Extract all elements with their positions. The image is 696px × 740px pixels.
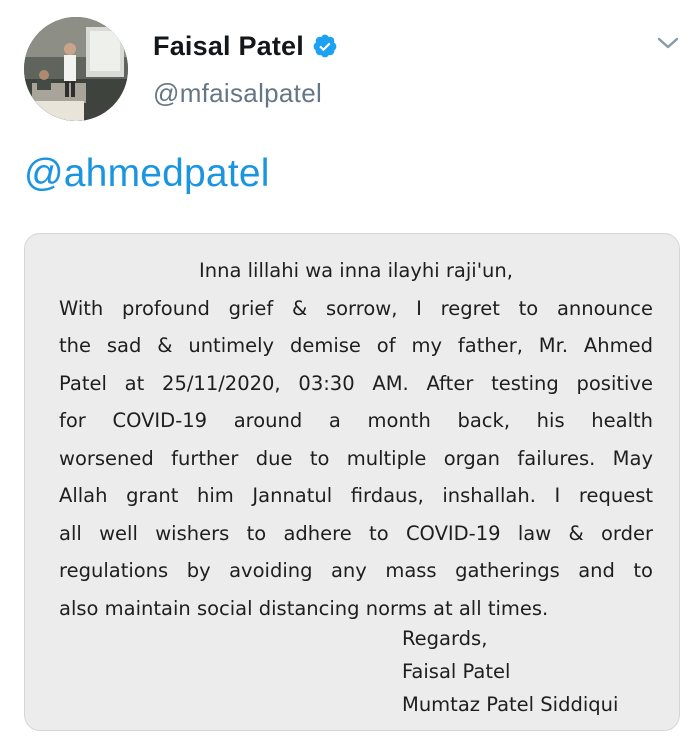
attached-image-card[interactable]: Inna lillahi wa inna ilayhi raji'un, Wit… (24, 233, 680, 731)
statement-line: worsened further due to multiple organ f… (59, 446, 653, 470)
avatar-photo (24, 17, 128, 121)
signature-block: Regards, Faisal Patel Mumtaz Patel Siddi… (402, 622, 618, 721)
statement-line: With profound grief & sorrow, I regret t… (59, 296, 653, 320)
tweet: Faisal Patel @mfaisalpatel @ahmedpatel I… (0, 0, 696, 740)
mention-link[interactable]: @ahmedpatel (24, 152, 270, 196)
display-name[interactable]: Faisal Patel (153, 31, 304, 62)
verified-badge-icon (312, 33, 338, 59)
statement-line: Allah grant him Jannatul firdaus, inshal… (59, 484, 653, 507)
statement-line: Patel at 25/11/2020, 03:30 AM. After tes… (59, 371, 653, 395)
avatar[interactable] (24, 17, 128, 121)
signature-line: Regards, (402, 627, 488, 650)
signature-line: Faisal Patel (402, 660, 511, 683)
statement-line: all well wishers to adhere to COVID-19 l… (59, 521, 653, 545)
statement-line: Inna lillahi wa inna ilayhi raji'un, (199, 259, 513, 282)
author-name-row[interactable]: Faisal Patel (153, 28, 338, 64)
statement-line: regulations by avoiding any mass gatheri… (59, 559, 653, 582)
author-handle[interactable]: @mfaisalpatel (153, 78, 322, 109)
statement-text: Inna lillahi wa inna ilayhi raji'un, Wit… (59, 252, 653, 627)
signature-line: Mumtaz Patel Siddiqui (402, 693, 619, 716)
statement-line: for COVID-19 around a month back, his he… (59, 409, 653, 432)
chevron-down-icon[interactable] (656, 34, 680, 52)
statement-line: the sad & untimely demise of my father, … (59, 334, 653, 357)
